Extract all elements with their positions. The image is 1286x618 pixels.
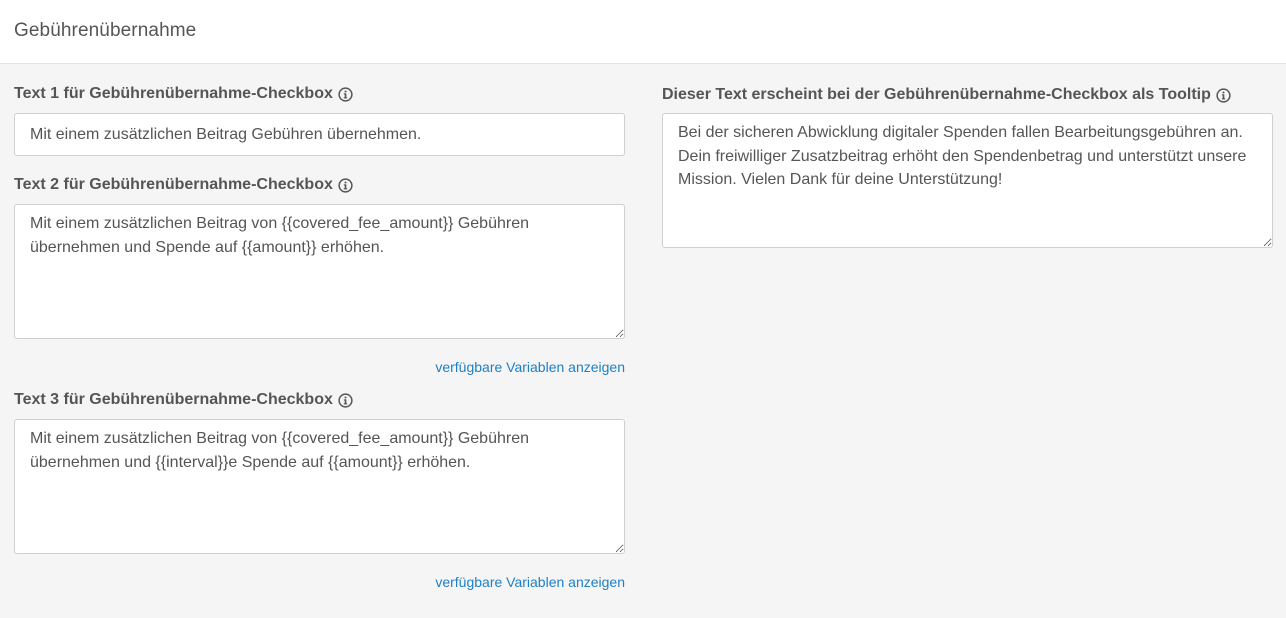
- info-icon[interactable]: [338, 86, 353, 102]
- tooltip-label: Dieser Text erscheint bei der Gebührenüb…: [662, 86, 1231, 104]
- info-icon[interactable]: [338, 177, 353, 193]
- section-header: Gebührenübernahme: [0, 0, 1286, 64]
- tooltip-textarea[interactable]: Bei der sicheren Abwicklung digitaler Sp…: [662, 113, 1273, 248]
- text3-label: Text 3 für Gebührenübernahme-Checkbox: [14, 391, 353, 409]
- text3-textarea[interactable]: Mit einem zusätzlichen Beitrag von {{cov…: [14, 419, 625, 554]
- text1-input[interactable]: [14, 113, 625, 156]
- text1-label-text: Text 1 für Gebührenübernahme-Checkbox: [14, 85, 333, 102]
- page-title: Gebührenübernahme: [14, 20, 197, 41]
- text1-label: Text 1 für Gebührenübernahme-Checkbox: [14, 85, 353, 103]
- info-icon[interactable]: [338, 392, 353, 408]
- show-variables-link[interactable]: verfügbare Variablen anzeigen: [435, 359, 625, 375]
- text2-label: Text 2 für Gebührenübernahme-Checkbox: [14, 176, 353, 194]
- tooltip-label-text: Dieser Text erscheint bei der Gebührenüb…: [662, 86, 1211, 103]
- show-variables-link[interactable]: verfügbare Variablen anzeigen: [435, 574, 625, 590]
- text2-textarea[interactable]: Mit einem zusätzlichen Beitrag von {{cov…: [14, 204, 625, 339]
- text2-label-text: Text 2 für Gebührenübernahme-Checkbox: [14, 176, 333, 193]
- info-icon[interactable]: [1216, 87, 1231, 103]
- text3-label-text: Text 3 für Gebührenübernahme-Checkbox: [14, 391, 333, 408]
